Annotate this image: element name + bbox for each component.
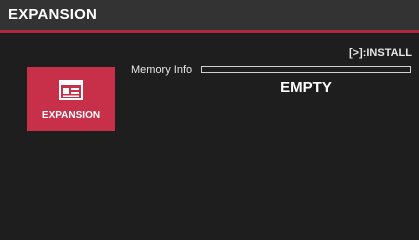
expansion-screen: EXPANSION [>]:INSTALL EXPANSION Memory I…	[0, 0, 419, 240]
expansion-tile-label: EXPANSION	[41, 110, 101, 121]
header-divider	[0, 30, 419, 33]
page-title: EXPANSION	[8, 6, 98, 23]
expansion-tile[interactable]: EXPANSION	[27, 67, 115, 131]
header-bar: EXPANSION	[0, 0, 419, 30]
memory-info-label: Memory Info	[131, 64, 193, 76]
memory-usage-bar	[201, 66, 411, 73]
install-hint[interactable]: [>]:INSTALL	[349, 47, 412, 59]
expansion-card-icon	[59, 80, 83, 100]
memory-status: EMPTY	[280, 79, 332, 96]
